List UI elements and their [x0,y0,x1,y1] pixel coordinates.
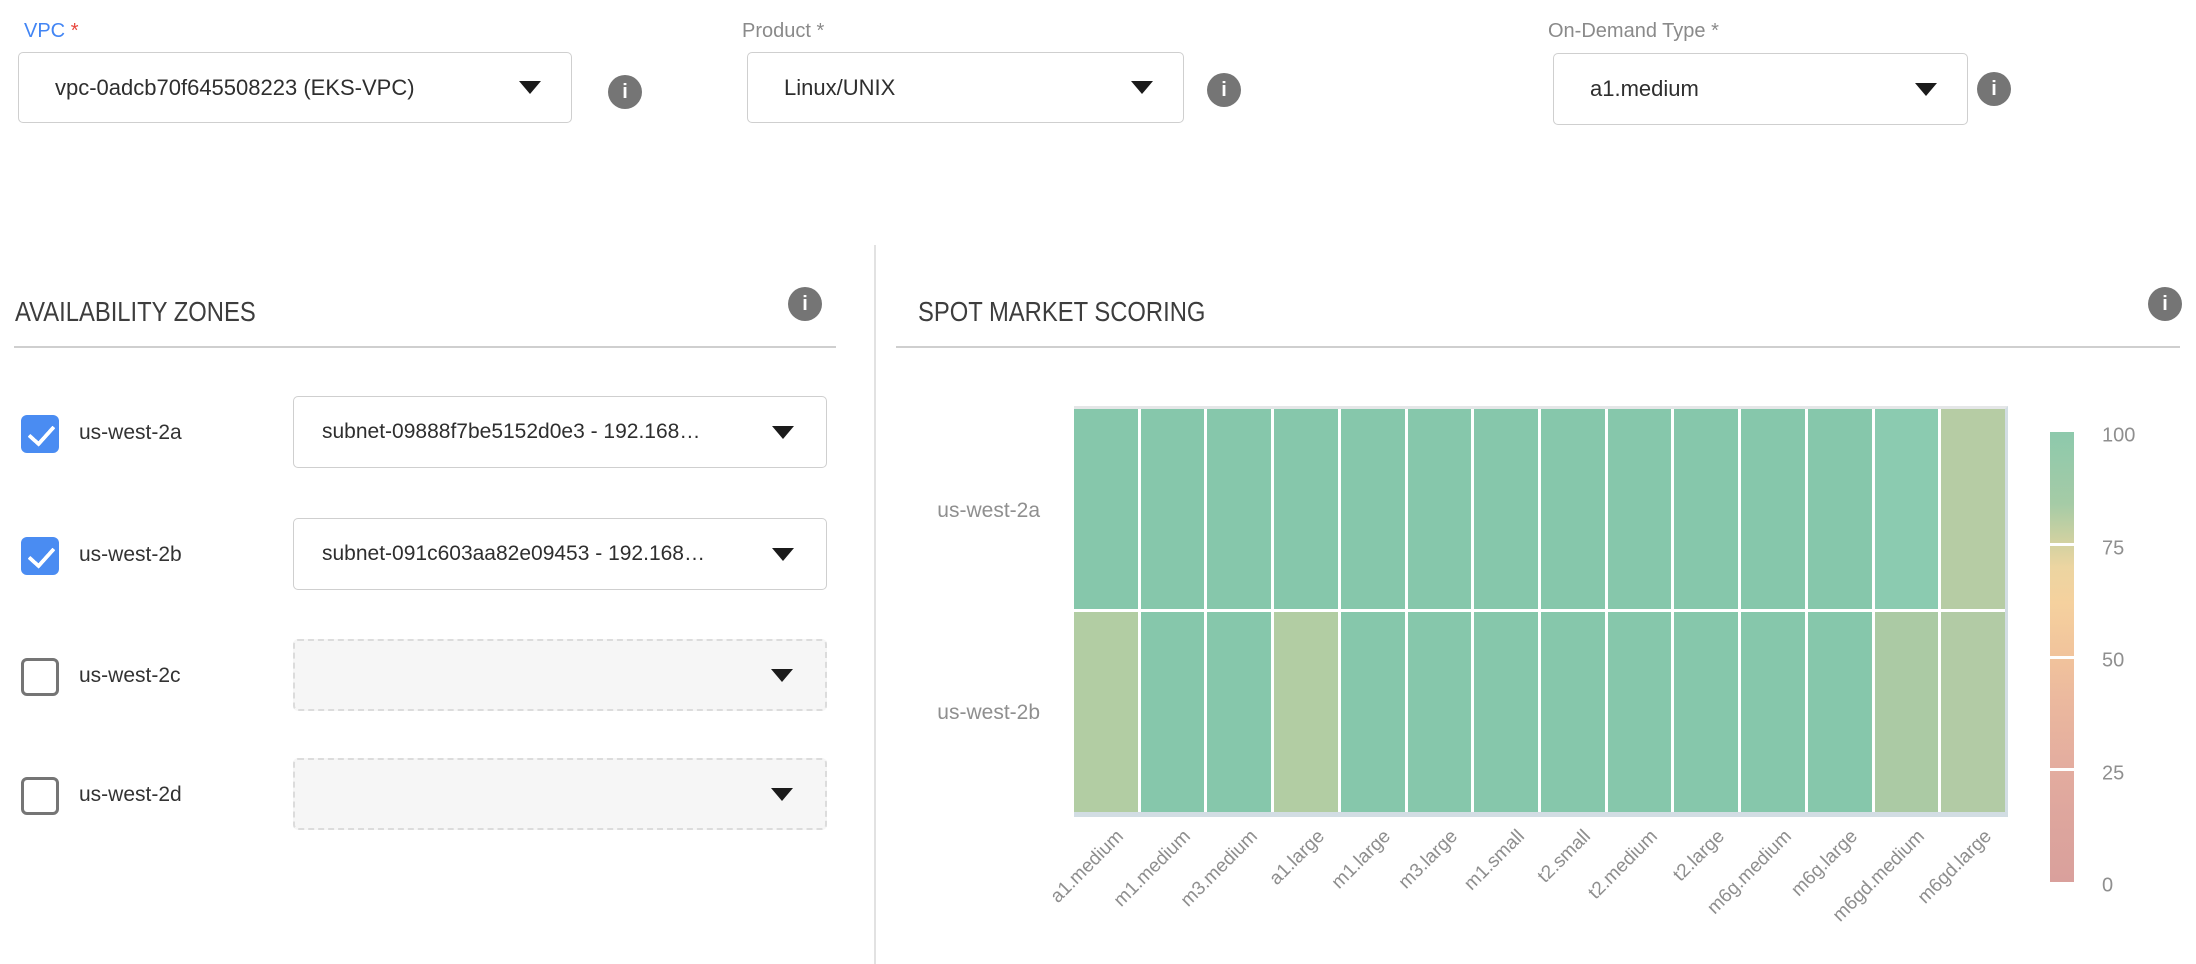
product-label: Product * [742,20,824,43]
heatmap-x-label-a1.large: a1.large [1265,826,1329,890]
az-zone-label: us-west-2a [79,414,182,452]
subnet-select-us-west-2c[interactable] [293,639,827,711]
heatmap-colorbar [2050,432,2074,882]
heatmap-cell-us-west-2b-a1.large[interactable] [1274,612,1338,812]
vpc-label: VPC * [24,20,78,43]
heatmap-row-label-us-west-2b: us-west-2b [890,701,1040,725]
required-asterisk: * [71,20,79,42]
on-demand-type-info-icon[interactable]: i [1977,72,2011,106]
colorbar-label-25: 25 [2102,762,2124,785]
heatmap-cell-us-west-2a-a1.medium[interactable] [1074,409,1138,609]
heatmap-cell-us-west-2b-m6g.large[interactable] [1808,612,1872,812]
heatmap-cell-us-west-2a-m6g.large[interactable] [1808,409,1872,609]
heatmap-cell-us-west-2a-m1.large[interactable] [1341,409,1405,609]
heatmap-x-label-m1.small: m1.small [1460,826,1529,895]
colorbar-tick [2050,768,2074,771]
heatmap-x-label-t2.small: t2.small [1534,826,1596,888]
chevron-down-icon [771,669,793,682]
heatmap-cell-us-west-2a-m1.small[interactable] [1474,409,1538,609]
spot-market-scoring-title: SPOT MARKET SCORING [918,296,1256,328]
az-row-us-west-2b: us-west-2b subnet-091c603aa82e09453 - 19… [0,518,874,592]
on-demand-type-select[interactable]: a1.medium [1553,53,1968,125]
heatmap-x-label-m3.large: m3.large [1395,826,1463,894]
heatmap-cell-us-west-2b-t2.large[interactable] [1674,612,1738,812]
required-asterisk: * [1711,20,1719,42]
heatmap-cell-us-west-2b-m3.medium[interactable] [1207,612,1271,812]
on-demand-type-select-value: a1.medium [1554,76,1915,102]
heatmap-cell-us-west-2b-m1.medium[interactable] [1141,612,1205,812]
checkbox-us-west-2a[interactable] [21,415,59,453]
heatmap-cell-us-west-2a-t2.small[interactable] [1541,409,1605,609]
heatmap-cell-us-west-2a-t2.large[interactable] [1674,409,1738,609]
heatmap-x-label-t2.large: t2.large [1669,826,1729,886]
subnet-select-us-west-2a[interactable]: subnet-09888f7be5152d0e3 - 192.168… [293,396,827,468]
heatmap-x-label-t2.medium: t2.medium [1584,826,1662,904]
chevron-down-icon [519,81,541,94]
checkbox-us-west-2c[interactable] [21,658,59,696]
required-asterisk: * [817,20,825,42]
page: VPC * vpc-0adcb70f645508223 (EKS-VPC) i … [0,0,2196,964]
heatmap-cell-us-west-2b-t2.medium[interactable] [1608,612,1672,812]
heatmap-cell-us-west-2a-m3.large[interactable] [1408,409,1472,609]
chevron-down-icon [1131,81,1153,94]
checkbox-us-west-2d[interactable] [21,777,59,815]
heatmap-row-label-us-west-2a: us-west-2a [890,499,1040,523]
heatmap-cell-us-west-2b-m1.large[interactable] [1341,612,1405,812]
az-row-us-west-2d: us-west-2d [0,758,874,832]
chevron-down-icon [771,788,793,801]
product-info-icon[interactable]: i [1207,73,1241,107]
heatmap-cell-us-west-2a-m6gd.large[interactable] [1941,409,2005,609]
colorbar-label-50: 50 [2102,650,2124,673]
az-row-us-west-2a: us-west-2a subnet-09888f7be5152d0e3 - 19… [0,396,874,470]
chevron-down-icon [772,426,794,439]
colorbar-label-0: 0 [2102,875,2113,898]
on-demand-type-label: On-Demand Type * [1548,20,1719,43]
colorbar-tick [2050,656,2074,659]
heatmap-cell-us-west-2a-m3.medium[interactable] [1207,409,1271,609]
az-row-us-west-2c: us-west-2c [0,639,874,713]
vpc-select[interactable]: vpc-0adcb70f645508223 (EKS-VPC) [18,52,572,123]
az-zone-label: us-west-2c [79,657,181,695]
heatmap-cell-us-west-2a-m6g.medium[interactable] [1741,409,1805,609]
product-select[interactable]: Linux/UNIX [747,52,1184,123]
subnet-select-value: subnet-09888f7be5152d0e3 - 192.168… [294,420,772,444]
heatmap-cell-us-west-2b-m3.large[interactable] [1408,612,1472,812]
panel-divider [874,245,876,964]
availability-zones-info-icon[interactable]: i [788,287,822,321]
heatmap-plot-area [1074,406,2008,817]
availability-zones-title: AVAILABILITY ZONES [15,296,298,328]
chevron-down-icon [1915,83,1937,96]
product-select-value: Linux/UNIX [748,75,1131,101]
vpc-info-icon[interactable]: i [608,75,642,109]
heatmap-cell-us-west-2a-a1.large[interactable] [1274,409,1338,609]
heatmap-cell-us-west-2b-a1.medium[interactable] [1074,612,1138,812]
subnet-select-us-west-2d[interactable] [293,758,827,830]
heatmap-cell-us-west-2a-t2.medium[interactable] [1608,409,1672,609]
heatmap-grid [1074,409,2005,812]
colorbar-label-75: 75 [2102,537,2124,560]
availability-zones-divider [14,346,836,348]
colorbar-label-100: 100 [2102,425,2135,448]
heatmap-cell-us-west-2b-m6g.medium[interactable] [1741,612,1805,812]
heatmap-cell-us-west-2b-m1.small[interactable] [1474,612,1538,812]
heatmap-cell-us-west-2b-m6gd.large[interactable] [1941,612,2005,812]
subnet-select-us-west-2b[interactable]: subnet-091c603aa82e09453 - 192.168… [293,518,827,590]
az-zone-label: us-west-2d [79,776,182,814]
checkbox-us-west-2b[interactable] [21,537,59,575]
spot-market-scoring-divider [896,346,2180,348]
vpc-select-value: vpc-0adcb70f645508223 (EKS-VPC) [19,75,519,101]
heatmap-cell-us-west-2a-m6gd.medium[interactable] [1875,409,1939,609]
heatmap-cell-us-west-2b-t2.small[interactable] [1541,612,1605,812]
heatmap-cell-us-west-2a-m1.medium[interactable] [1141,409,1205,609]
spot-market-scoring-info-icon[interactable]: i [2148,287,2182,321]
subnet-select-value: subnet-091c603aa82e09453 - 192.168… [294,542,772,566]
chevron-down-icon [772,548,794,561]
colorbar-tick [2050,543,2074,546]
az-zone-label: us-west-2b [79,536,182,574]
heatmap-x-label-m1.large: m1.large [1328,826,1396,894]
heatmap-cell-us-west-2b-m6gd.medium[interactable] [1875,612,1939,812]
